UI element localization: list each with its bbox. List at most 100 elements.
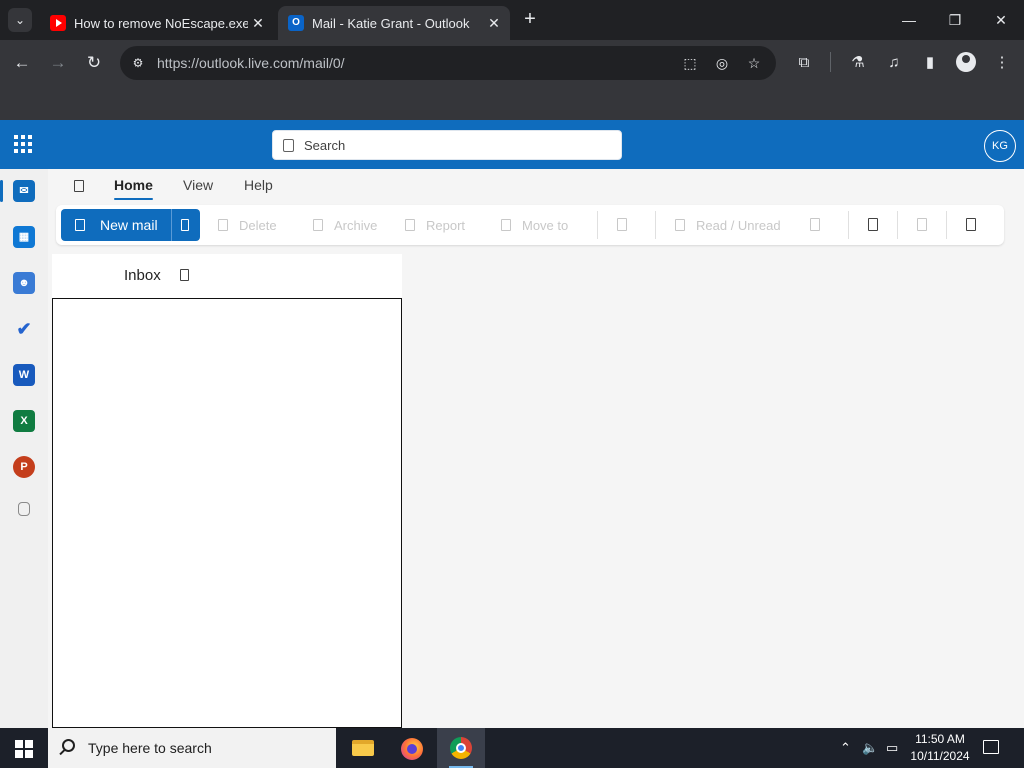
windows-start-icon[interactable] [15,740,33,758]
read-unread-icon [675,219,685,231]
tab-view[interactable]: View [183,177,213,193]
ribbon-divider [597,211,598,239]
split-divider [171,209,172,241]
new-mail-dropdown-icon[interactable] [181,219,189,231]
tab-home[interactable]: Home [114,177,153,193]
taskbar-search-placeholder: Type here to search [88,740,212,756]
firefox-icon [401,738,423,760]
notifications-icon[interactable] [983,740,999,754]
tab-title: How to remove NoEscape.exe [74,15,248,31]
todo-icon[interactable]: ✔ [13,318,35,340]
text-cursor-icon [575,59,583,75]
sweep-icon[interactable] [917,218,927,231]
reload-button[interactable]: ↻ [82,51,106,75]
chrome-button[interactable] [437,728,485,768]
tab-close-icon[interactable]: ✕ [248,15,268,32]
tray-chevron-icon[interactable]: ⌃ [840,740,851,756]
folder-header: Inbox [52,254,402,298]
outlook-header: Search [0,120,1024,169]
url-text[interactable]: https://outlook.live.com/mail/0/ [157,55,345,71]
ribbon-divider [848,211,849,239]
rail-selection-indicator [0,180,3,202]
powerpoint-icon[interactable]: P [13,456,35,478]
eye-off-icon[interactable]: ◎ [712,53,732,73]
ribbon-divider [946,211,947,239]
app-rail: ✉ ▦ ☻ ✔ W X P [0,169,48,728]
delete-label: Delete [239,217,277,233]
search-input[interactable]: Search [272,130,622,160]
delete-button[interactable]: Delete [218,216,277,234]
minimize-button[interactable]: — [886,0,932,40]
forward-button[interactable]: → [46,51,70,75]
archive-button[interactable]: Archive [313,216,377,234]
flag-icon[interactable] [810,218,820,231]
avatar[interactable]: KG [984,130,1016,162]
more-apps-icon[interactable] [18,502,30,516]
new-mail-button[interactable]: New mail [61,209,200,241]
volume-muted-icon[interactable]: 🔈 [862,740,878,756]
app-launcher-icon[interactable] [14,135,32,153]
site-info-icon[interactable]: ⚙ [128,53,148,73]
ribbon-divider [897,211,898,239]
side-panel-icon[interactable]: ▮ [918,51,942,75]
restore-button[interactable]: ❐ [932,0,978,40]
report-label: Report [426,217,466,233]
compose-icon [75,219,85,231]
tab-close-icon[interactable]: ✕ [484,15,504,32]
collapse-pane-icon[interactable] [74,180,84,192]
folder-title: Inbox [124,267,161,284]
more-actions-icon[interactable] [966,218,976,231]
report-button[interactable]: Report [405,216,465,234]
system-clock[interactable]: 11:50 AM 10/11/2024 [905,731,975,765]
firefox-button[interactable] [387,728,435,768]
people-icon[interactable]: ☻ [13,272,35,294]
archive-icon [313,219,323,231]
search-icon [62,739,75,752]
labs-icon[interactable]: ⚗ [846,51,870,75]
calendar-icon[interactable]: ▦ [13,226,35,248]
reading-pane [410,254,1024,728]
categorize-icon[interactable] [617,218,627,231]
clock-time: 11:50 AM [915,732,965,746]
tab-outlook[interactable]: O Mail - Katie Grant - Outlook ✕ [278,6,510,40]
address-bar[interactable]: ⚙ https://outlook.live.com/mail/0/ ⬚ ◎ ☆ [120,46,776,80]
browser-tab-strip: ⌄ How to remove NoEscape.exe ✕ O Mail - … [0,0,1024,40]
clock-date: 10/11/2024 [910,749,970,763]
star-icon[interactable]: ☆ [744,53,764,73]
media-icon[interactable]: ♫ [882,51,906,75]
message-list[interactable] [52,298,402,728]
more-icon[interactable]: ⋮ [990,51,1014,75]
outlook-icon: O [288,15,304,31]
favorite-folder-icon[interactable] [180,269,189,281]
file-explorer-button[interactable] [338,728,386,768]
report-icon [405,219,415,231]
ribbon-divider [655,211,656,239]
windows-taskbar: Type here to search ⌃ 🔈 ▭ 11:50 AM 10/11… [0,728,1024,768]
install-app-icon[interactable]: ⬚ [680,53,700,73]
browser-toolbar: ← → ↻ ⚙ https://outlook.live.com/mail/0/… [0,40,1024,86]
excel-icon[interactable]: X [13,410,35,432]
word-icon[interactable]: W [13,364,35,386]
read-unread-button[interactable]: Read / Unread [675,216,781,234]
undo-icon[interactable] [868,218,878,231]
mail-icon[interactable]: ✉ [13,180,35,202]
new-tab-button[interactable]: + [518,8,542,32]
move-to-button[interactable]: Move to [501,216,568,234]
tab-home-indicator [114,198,153,200]
new-mail-label: New mail [100,217,158,233]
taskbar-search-input[interactable]: Type here to search [48,728,336,768]
archive-label: Archive [334,217,378,233]
network-icon[interactable]: ▭ [886,740,898,756]
tab-help[interactable]: Help [244,177,273,193]
tab-search-icon[interactable]: ⌄ [8,8,32,32]
extensions-icon[interactable]: ⧉ [792,51,816,75]
folder-icon [352,740,374,756]
profile-icon[interactable] [956,52,976,72]
tab-title: Mail - Katie Grant - Outlook [312,15,470,31]
toolbar-divider [830,52,831,72]
close-window-button[interactable]: ✕ [978,0,1024,40]
back-button[interactable]: ← [10,51,34,75]
tab-youtube[interactable]: How to remove NoEscape.exe ✕ [40,6,274,40]
search-icon [283,139,294,152]
chrome-icon [450,737,472,759]
